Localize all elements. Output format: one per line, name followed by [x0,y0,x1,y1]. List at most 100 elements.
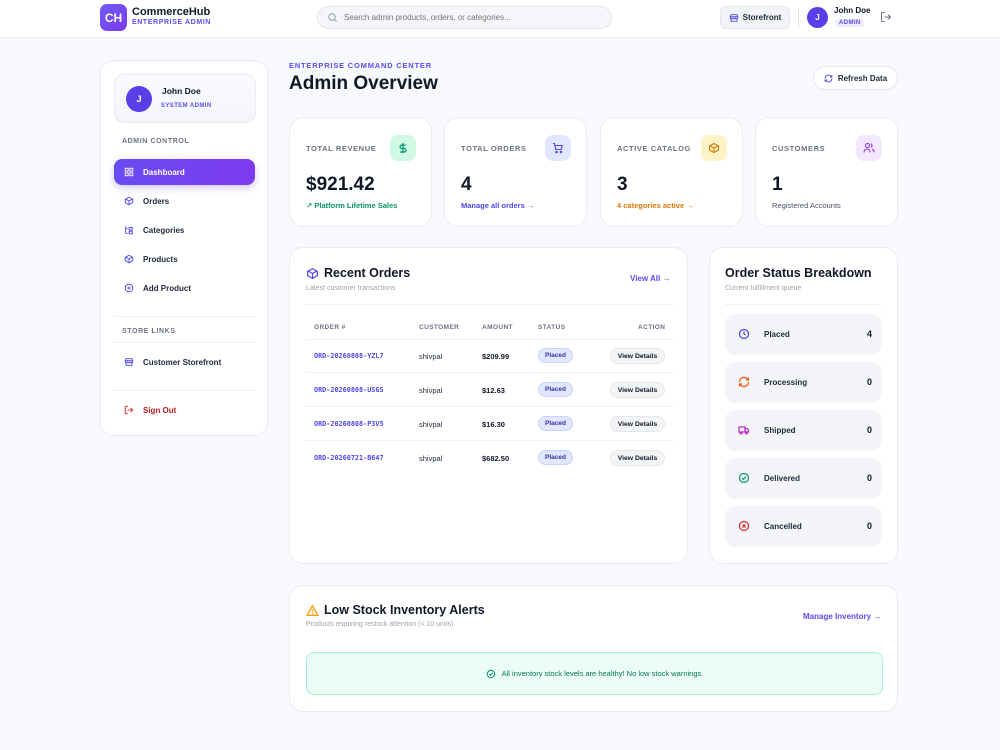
manage-orders-link[interactable]: Manage all orders → [461,201,534,210]
sign-out-button[interactable]: Sign Out [114,397,255,423]
status-breakdown-card: Order Status Breakdown Current fulfillme… [709,247,898,564]
cart-icon [553,142,563,154]
stock-healthy-alert: All inventory stock levels are healthy! … [306,652,883,695]
status-item-placed: Placed 4 [725,314,882,355]
order-amount: $682.50 [482,454,510,463]
store-icon [729,13,738,22]
stat-subtext: Registered Accounts [772,201,841,210]
status-name: Placed [764,330,790,339]
view-details-button[interactable]: View Details [610,416,665,432]
status-count: 0 [866,473,872,483]
order-customer: shivpal [419,352,443,361]
low-stock-title: Low Stock Inventory Alerts [324,603,485,617]
page-eyebrow: ENTERPRISE COMMAND CENTER [289,61,432,70]
stat-label: CUSTOMERS [772,144,826,153]
clock-icon [738,328,750,340]
status-count: 4 [866,329,872,339]
stat-value: $921.42 [306,174,375,195]
sidebar-item-customer-storefront[interactable]: Customer Storefront [114,349,255,375]
storefront-button[interactable]: Storefront [720,6,790,29]
status-item-shipped: Shipped 0 [725,410,882,451]
stat-icon-box [701,135,727,161]
sidebar: J John Doe SYSTEM ADMIN ADMIN CONTROL Da… [100,60,268,436]
divider [114,390,255,391]
logout-icon[interactable] [880,11,892,23]
stat-icon-box [545,135,571,161]
sidebar-item-dashboard[interactable]: Dashboard [114,159,255,185]
table-row: ORD-20260808-P3V5 shivpal $16.30 Placed … [306,407,673,441]
brand-subtitle: ENTERPRISE ADMIN [132,19,211,26]
view-details-button[interactable]: View Details [610,450,665,466]
search-icon [328,13,338,23]
avatar: J [126,86,152,112]
view-details-button[interactable]: View Details [610,348,665,364]
stat-label: TOTAL ORDERS [461,144,527,153]
user-name: John Doe [834,6,871,15]
truck-icon [738,426,750,435]
divider [725,304,882,305]
recent-orders-subtitle: Latest customer transactions [306,285,396,292]
section-label-admin-control: ADMIN CONTROL [122,138,190,145]
refresh-data-button[interactable]: Refresh Data [813,66,898,90]
refresh-label: Refresh Data [837,73,888,83]
column-header-customer: CUSTOMER [419,324,460,331]
status-badge: Placed [538,382,573,397]
stat-value: 1 [772,174,783,195]
low-stock-card: Low Stock Inventory Alerts Products requ… [289,585,898,712]
logout-icon [124,405,134,415]
stat-card-catalog: ACTIVE CATALOG 3 4 categories active → [600,117,743,227]
page-title: Admin Overview [289,73,438,94]
package-icon [307,267,318,280]
sidebar-item-add-product[interactable]: Add Product [114,275,255,301]
avatar[interactable]: J [807,7,828,28]
stat-icon-box [390,135,416,161]
stat-subtext: ↗ Platform Lifetime Sales [306,201,398,210]
stat-icon-box [856,135,882,161]
view-details-button[interactable]: View Details [610,382,665,398]
order-id[interactable]: ORD-20260721-B647 [314,454,384,462]
order-customer: shivpal [419,386,443,395]
x-circle-icon [738,520,750,532]
order-id[interactable]: ORD-20260808-P3V5 [314,420,384,428]
status-badge: Placed [538,450,573,465]
view-all-link[interactable]: View All → [630,274,670,283]
check-circle-icon [738,472,750,484]
sidebar-item-products[interactable]: Products [114,246,255,272]
order-amount: $12.63 [482,386,505,395]
sidebar-item-categories[interactable]: Categories [114,217,255,243]
order-id[interactable]: ORD-20260808-YZL7 [314,352,384,360]
box-icon [124,196,134,206]
order-id[interactable]: ORD-20260808-USGS [314,386,384,394]
status-count: 0 [866,425,872,435]
sidebar-item-label: Customer Storefront [143,357,222,367]
status-item-cancelled: Cancelled 0 [725,506,882,547]
status-breakdown-subtitle: Current fulfillment queue [725,285,802,292]
users-icon [863,142,875,153]
search-input[interactable] [344,13,594,22]
search-bar[interactable] [317,6,612,29]
profile-name: John Doe [162,86,201,96]
manage-inventory-link[interactable]: Manage Inventory → [803,612,881,621]
plus-circle-icon [124,283,134,293]
status-name: Cancelled [764,522,802,531]
store-icon [124,358,134,366]
status-badge: Placed [538,348,573,363]
recent-orders-title: Recent Orders [324,266,411,280]
sidebar-item-label: Categories [143,225,185,235]
warning-icon [306,604,319,617]
status-name: Delivered [764,474,801,483]
divider [798,8,799,28]
profile-role: SYSTEM ADMIN [161,103,212,109]
package-icon [708,142,720,154]
refresh-icon [738,376,750,388]
categories-link[interactable]: 4 categories active → [617,201,694,210]
table-row: ORD-20260808-USGS shivpal $12.63 Placed … [306,373,673,407]
brand-logo[interactable]: CH [100,4,127,31]
cube-icon [124,254,134,264]
sidebar-item-orders[interactable]: Orders [114,188,255,214]
sidebar-item-label: Dashboard [143,167,185,177]
status-count: 0 [866,377,872,387]
stat-value: 3 [617,174,628,195]
status-item-processing: Processing 0 [725,362,882,403]
check-circle-icon [486,669,495,678]
